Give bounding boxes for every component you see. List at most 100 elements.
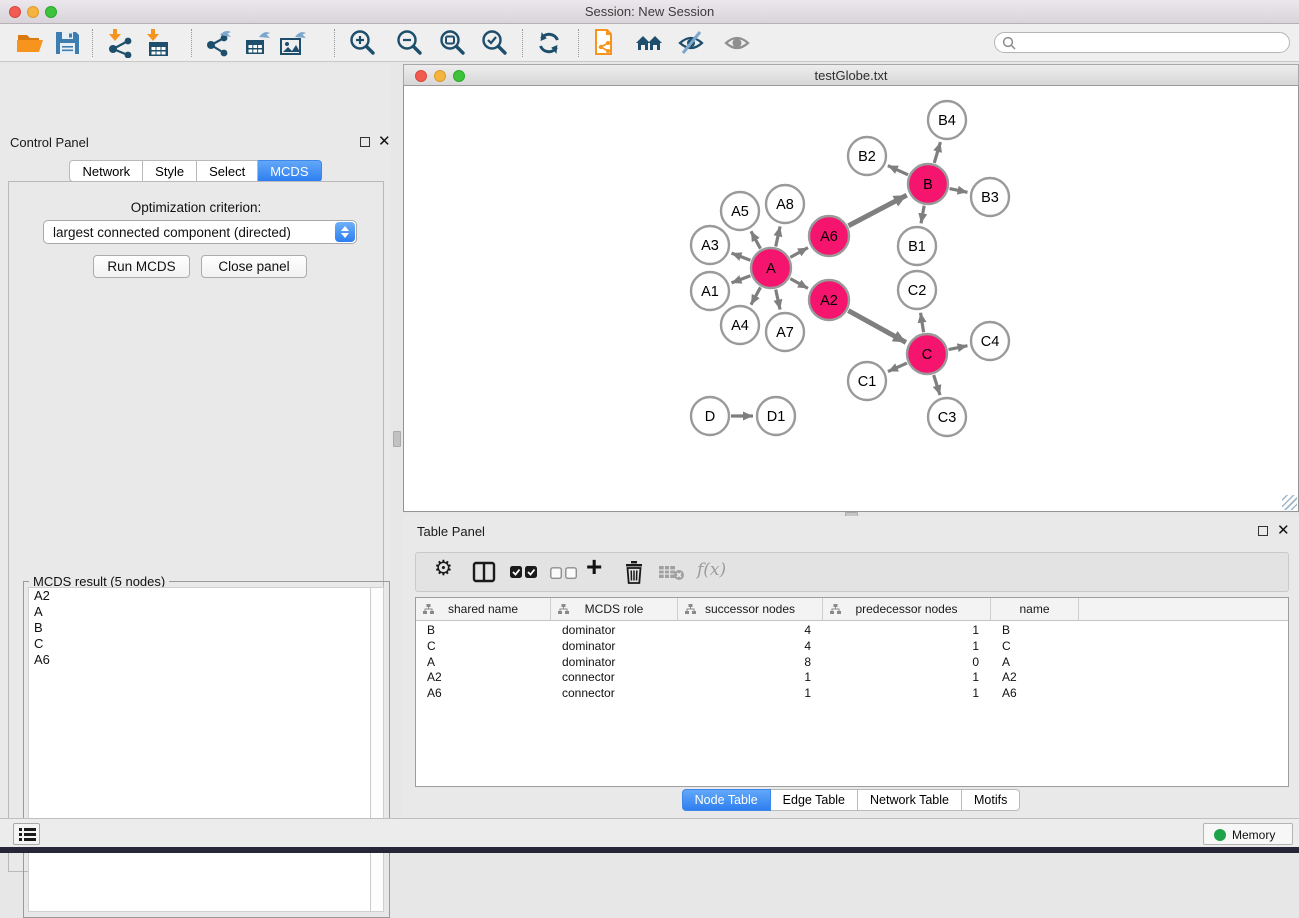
optimization-criterion-select[interactable]: largest connected component (directed) bbox=[43, 220, 357, 244]
table-cell[interactable]: 1 bbox=[678, 669, 823, 685]
table-cell[interactable]: A6 bbox=[991, 685, 1079, 701]
graph-node-A4[interactable]: A4 bbox=[721, 306, 759, 344]
tab-mcds[interactable]: MCDS bbox=[258, 160, 321, 182]
mcds-result-item[interactable]: A6 bbox=[29, 652, 383, 668]
zoom-out-icon[interactable] bbox=[394, 28, 424, 58]
edge-B-B3[interactable] bbox=[950, 189, 968, 193]
table-cell[interactable]: 1 bbox=[823, 669, 991, 685]
add-column-icon[interactable]: + bbox=[586, 551, 602, 577]
table-cell[interactable]: dominator bbox=[551, 622, 678, 638]
mcds-result-item[interactable]: A bbox=[29, 604, 383, 620]
table-cell[interactable]: A2 bbox=[991, 669, 1079, 685]
table-cell[interactable]: A bbox=[991, 654, 1079, 670]
graph-node-A2[interactable]: A2 bbox=[809, 280, 849, 320]
table-row[interactable]: Bdominator41B bbox=[416, 622, 1288, 638]
edge-C-C4[interactable] bbox=[949, 346, 968, 350]
import-network-icon[interactable] bbox=[105, 28, 135, 58]
graph-node-A6[interactable]: A6 bbox=[809, 216, 849, 256]
table-cell[interactable]: 4 bbox=[678, 638, 823, 654]
edge-A-A7[interactable] bbox=[776, 289, 780, 309]
table-cell[interactable]: A6 bbox=[416, 685, 551, 701]
vertical-splitter-handle[interactable] bbox=[393, 431, 401, 447]
edge-A-A4[interactable] bbox=[751, 287, 761, 304]
graph-node-C[interactable]: C bbox=[907, 334, 947, 374]
table-row[interactable]: A6connector11A6 bbox=[416, 685, 1288, 701]
graph-node-A8[interactable]: A8 bbox=[766, 185, 804, 223]
tab-edge-table[interactable]: Edge Table bbox=[771, 789, 858, 811]
edge-A-A2[interactable] bbox=[790, 279, 808, 289]
zoom-in-icon[interactable] bbox=[347, 28, 377, 58]
export-table-icon[interactable] bbox=[242, 28, 272, 58]
network-canvas[interactable]: B4B2BB3A8A5A6A3B1AC2A1A2A4A7C4CC1DD1C3 bbox=[403, 86, 1299, 512]
columns-icon[interactable] bbox=[472, 560, 496, 586]
deselect-all-checkboxes-icon[interactable] bbox=[550, 567, 578, 593]
edge-A-A1[interactable] bbox=[732, 276, 751, 283]
edge-A-A5[interactable] bbox=[751, 231, 761, 248]
column-header-predecessor-nodes[interactable]: predecessor nodes bbox=[823, 598, 991, 621]
zoom-selected-icon[interactable] bbox=[479, 28, 509, 58]
edge-C-C1[interactable] bbox=[888, 363, 907, 372]
home-panels-icon[interactable] bbox=[634, 28, 664, 58]
import-table-icon[interactable] bbox=[143, 28, 173, 58]
tab-network-table[interactable]: Network Table bbox=[858, 789, 962, 811]
graph-node-D[interactable]: D bbox=[691, 397, 729, 435]
graph-node-A5[interactable]: A5 bbox=[721, 192, 759, 230]
gear-icon[interactable]: ⚙ bbox=[434, 556, 453, 582]
resize-grip-icon[interactable] bbox=[1282, 495, 1297, 510]
table-cell[interactable]: B bbox=[416, 622, 551, 638]
tab-select[interactable]: Select bbox=[197, 160, 258, 182]
table-cell[interactable]: C bbox=[991, 638, 1079, 654]
edge-B-B4[interactable] bbox=[934, 142, 940, 163]
edge-A-A8[interactable] bbox=[776, 226, 780, 246]
table-float-icon[interactable] bbox=[1258, 526, 1268, 536]
run-mcds-button[interactable]: Run MCDS bbox=[93, 255, 190, 278]
edge-A-A6[interactable] bbox=[790, 248, 808, 258]
task-history-button[interactable] bbox=[13, 823, 40, 845]
graph-node-D1[interactable]: D1 bbox=[757, 397, 795, 435]
graph-node-A1[interactable]: A1 bbox=[691, 272, 729, 310]
table-row[interactable]: A2connector11A2 bbox=[416, 669, 1288, 685]
table-cell[interactable]: connector bbox=[551, 669, 678, 685]
zoom-fit-icon[interactable] bbox=[437, 28, 467, 58]
graph-node-B2[interactable]: B2 bbox=[848, 137, 886, 175]
graph-node-A[interactable]: A bbox=[751, 248, 791, 288]
table-cell[interactable]: 4 bbox=[678, 622, 823, 638]
scrollbar[interactable] bbox=[370, 588, 383, 911]
mcds-result-item[interactable]: A2 bbox=[29, 588, 383, 604]
graph-node-B4[interactable]: B4 bbox=[928, 101, 966, 139]
edge-A2-C[interactable] bbox=[848, 311, 906, 343]
graph-node-B1[interactable]: B1 bbox=[898, 227, 936, 265]
graph-node-C3[interactable]: C3 bbox=[928, 398, 966, 436]
table-cell[interactable]: 0 bbox=[823, 654, 991, 670]
hide-eye-icon[interactable] bbox=[676, 28, 706, 58]
export-image-icon[interactable] bbox=[278, 28, 308, 58]
edge-C-C2[interactable] bbox=[921, 313, 924, 333]
tab-node-table[interactable]: Node Table bbox=[682, 789, 771, 811]
mcds-result-item[interactable]: B bbox=[29, 620, 383, 636]
edge-C-C3[interactable] bbox=[934, 375, 940, 395]
mcds-result-item[interactable]: C bbox=[29, 636, 383, 652]
graph-node-C1[interactable]: C1 bbox=[848, 362, 886, 400]
column-header-name[interactable]: name bbox=[991, 598, 1079, 621]
edge-A6-B[interactable] bbox=[848, 195, 906, 226]
network-window-titlebar[interactable]: testGlobe.txt bbox=[403, 64, 1299, 86]
trash-icon[interactable] bbox=[624, 561, 644, 587]
tab-style[interactable]: Style bbox=[143, 160, 197, 182]
table-cell[interactable]: 1 bbox=[678, 685, 823, 701]
table-cell[interactable]: 1 bbox=[823, 685, 991, 701]
table-cell[interactable]: dominator bbox=[551, 638, 678, 654]
table-cell[interactable]: 8 bbox=[678, 654, 823, 670]
graph-node-B3[interactable]: B3 bbox=[971, 178, 1009, 216]
column-header-MCDS-role[interactable]: MCDS role bbox=[551, 598, 678, 621]
column-header-successor-nodes[interactable]: successor nodes bbox=[678, 598, 823, 621]
close-panel-icon[interactable]: ✕ bbox=[378, 136, 391, 148]
table-row[interactable]: Cdominator41C bbox=[416, 638, 1288, 654]
save-session-icon[interactable] bbox=[52, 28, 82, 58]
table-cell[interactable]: dominator bbox=[551, 654, 678, 670]
graph-node-C4[interactable]: C4 bbox=[971, 322, 1009, 360]
graph-node-A3[interactable]: A3 bbox=[691, 226, 729, 264]
table-cell[interactable]: C bbox=[416, 638, 551, 654]
select-all-checkboxes-icon[interactable] bbox=[510, 566, 538, 592]
edge-B-B2[interactable] bbox=[888, 166, 908, 175]
float-panel-icon[interactable] bbox=[360, 137, 370, 147]
